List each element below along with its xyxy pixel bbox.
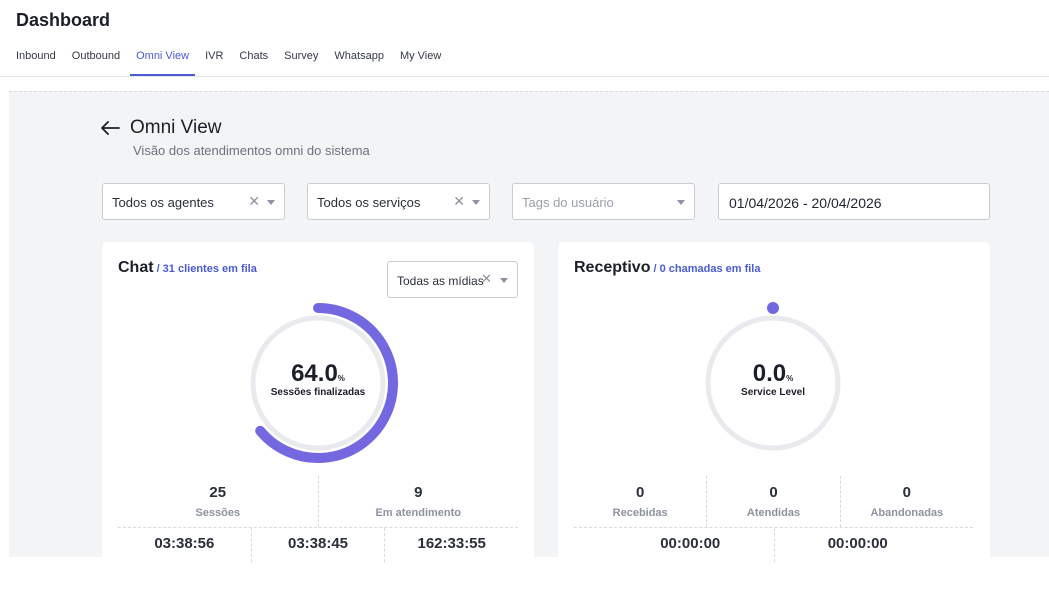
time-value: 00:00:00: [773, 528, 942, 562]
top-header: Dashboard Inbound Outbound Omni View IVR…: [0, 0, 1049, 77]
time-value: 00:00:00: [660, 535, 721, 552]
media-select[interactable]: Todas as mídias ✕: [387, 261, 518, 298]
chevron-down-icon: [677, 200, 685, 205]
tab-bar: Inbound Outbound Omni View IVR Chats Sur…: [16, 47, 457, 76]
time-value: 03:38:56: [154, 535, 215, 552]
time-value: 162:33:55: [384, 528, 518, 562]
chevron-down-icon: [500, 278, 508, 283]
stat-label: Abandonadas: [870, 507, 944, 519]
chevron-down-icon: [267, 200, 275, 205]
stat-label: Em atendimento: [375, 507, 462, 519]
chat-queue-count: / 31 clientes em fila: [156, 263, 257, 275]
tags-select-placeholder: Tags do usuário: [522, 195, 614, 210]
chat-title-text: Chat: [118, 259, 154, 276]
tab-inbound[interactable]: Inbound: [16, 47, 56, 74]
clear-icon[interactable]: ✕: [453, 193, 465, 210]
stat-atendidas: 0 Atendidas: [706, 476, 839, 527]
tab-omni-view[interactable]: Omni View: [130, 47, 196, 76]
tab-survey[interactable]: Survey: [284, 47, 318, 74]
date-range-input[interactable]: 01/04/2026 - 20/04/2026: [718, 183, 990, 220]
receptivo-stats-row: 0 Recebidas 0 Atendidas 0 Abandonadas: [574, 476, 973, 528]
stat-value: 0: [769, 484, 778, 501]
services-select[interactable]: Todos os serviços ✕: [307, 183, 490, 220]
chat-card: Chat/ 31 clientes em fila Todas as mídia…: [102, 242, 534, 562]
tab-whatsapp[interactable]: Whatsapp: [334, 47, 384, 74]
chat-times-row: 03:38:56 03:38:45 162:33:55: [118, 528, 518, 562]
stat-value: 0: [902, 484, 911, 501]
receptivo-card-title: Receptivo/ 0 chamadas em fila: [574, 259, 760, 277]
receptivo-gauge-center: 0.0% Service Level: [688, 360, 858, 398]
back-arrow-icon[interactable]: [100, 120, 120, 136]
section-subtitle: Visão dos atendimentos omni do sistema: [133, 143, 370, 158]
page-title: Dashboard: [16, 10, 111, 30]
agents-select[interactable]: Todos os agentes ✕: [102, 183, 285, 220]
receptivo-gauge: 0.0% Service Level: [688, 298, 858, 468]
stat-em-atendimento: 9 Em atendimento: [317, 476, 519, 527]
receptivo-gauge-unit: %: [786, 374, 794, 383]
stat-value: 0: [635, 484, 645, 501]
gauge-progress-dot: [767, 302, 779, 314]
chat-gauge: 64.0% Sessões finalizadas: [233, 298, 403, 468]
chat-gauge-center: 64.0% Sessões finalizadas: [233, 360, 403, 398]
stat-value: 25: [209, 484, 227, 501]
stat-label: Recebidas: [612, 507, 668, 519]
tab-outbound[interactable]: Outbound: [72, 47, 120, 74]
time-value: 03:38:45: [250, 528, 385, 562]
chat-gauge-label: Sessões finalizadas: [270, 387, 366, 398]
chat-gauge-value: 64.0: [291, 360, 338, 387]
stat-label: Sessões: [195, 507, 241, 519]
stat-sessoes: 25 Sessões: [118, 476, 318, 527]
clear-icon[interactable]: ✕: [481, 271, 492, 287]
chevron-down-icon: [472, 200, 480, 205]
chat-gauge-unit: %: [337, 374, 345, 383]
stat-value: 9: [414, 484, 423, 501]
main-content: Omni View Visão dos atendimentos omni do…: [9, 91, 1049, 562]
chat-card-title: Chat/ 31 clientes em fila: [118, 259, 257, 277]
receptivo-queue-count: / 0 chamadas em fila: [653, 263, 761, 275]
stat-abandonadas: 0 Abandonadas: [839, 476, 973, 527]
tags-select[interactable]: Tags do usuário: [512, 183, 695, 220]
receptivo-gauge-value: 0.0: [752, 360, 787, 387]
tab-chats[interactable]: Chats: [239, 47, 268, 74]
date-range-value: 01/04/2026 - 20/04/2026: [729, 195, 882, 211]
stat-recebidas: 0 Recebidas: [574, 476, 706, 527]
receptivo-times-row: 00:00:00 00:00:00: [607, 528, 941, 562]
chat-stats-row: 25 Sessões 9 Em atendimento: [118, 476, 518, 528]
tab-my-view[interactable]: My View: [400, 47, 441, 74]
services-select-value: Todos os serviços: [317, 195, 421, 210]
stat-label: Atendidas: [746, 507, 801, 519]
agents-select-value: Todos os agentes: [112, 195, 214, 210]
receptivo-gauge-label: Service Level: [741, 387, 805, 398]
tab-ivr[interactable]: IVR: [205, 47, 223, 74]
receptivo-card: Receptivo/ 0 chamadas em fila 0.0% Servi…: [558, 242, 990, 562]
clear-icon[interactable]: ✕: [248, 193, 260, 210]
media-select-value: Todas as mídias: [397, 274, 484, 288]
section-title: Omni View: [130, 117, 222, 138]
receptivo-title-text: Receptivo: [574, 259, 651, 276]
